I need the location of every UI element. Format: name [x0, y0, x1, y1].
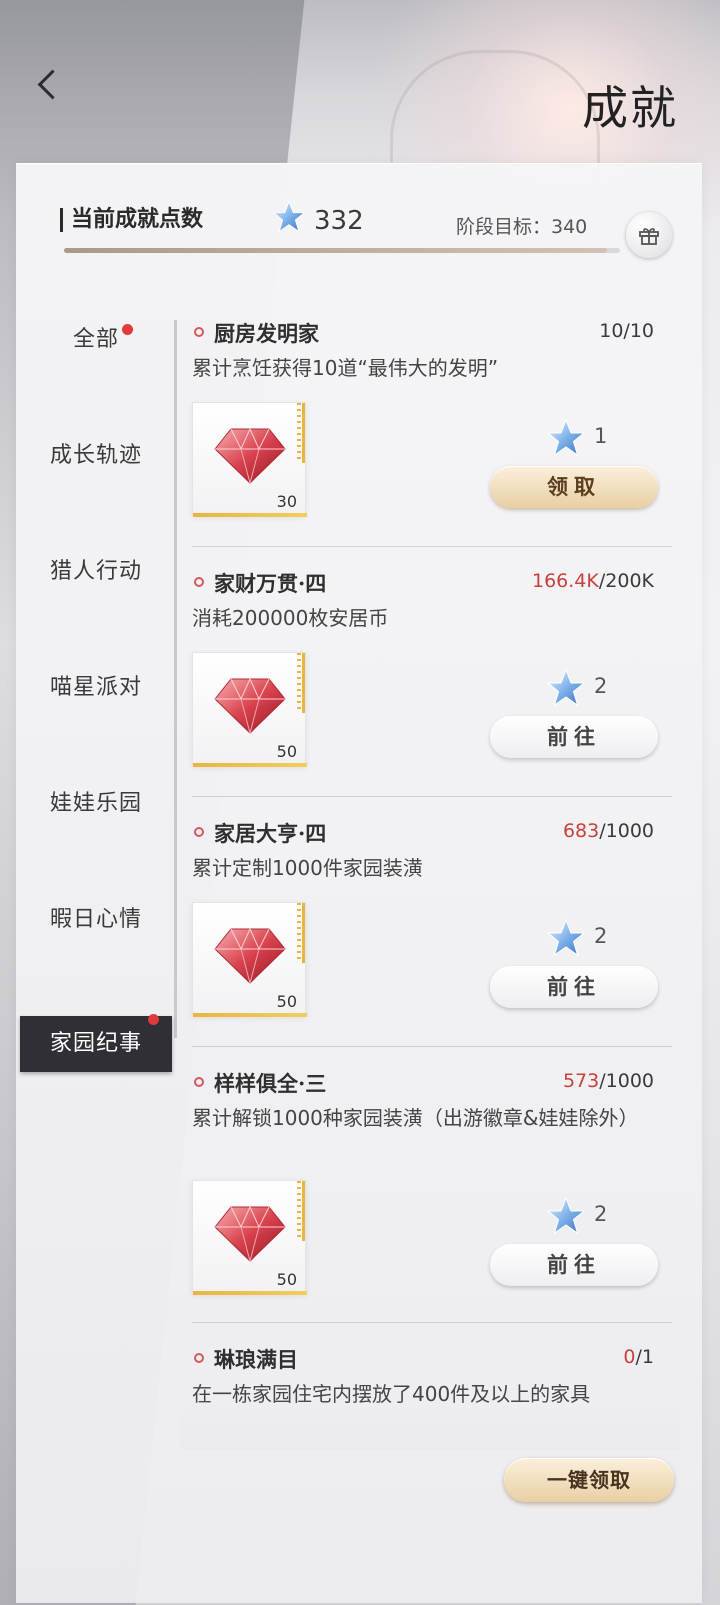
star-reward-count: 2	[594, 924, 608, 948]
achievement-progress: 683/1000	[563, 820, 654, 842]
achievement-progress-total: /1000	[599, 820, 654, 842]
achievement-progress-total: /1	[635, 1346, 655, 1368]
reward-quantity: 50	[276, 992, 297, 1011]
achievement-description: 累计烹饪获得10道“最伟大的发明”	[192, 356, 499, 380]
achievement-title: 样样俱全·三	[214, 1071, 327, 1096]
stage-goal: 阶段目标：340	[456, 216, 588, 238]
achievement-progress-current: 683	[562, 820, 600, 842]
gem-icon	[214, 677, 286, 735]
back-button[interactable]	[28, 60, 72, 110]
achievement-progress-total: /1000	[599, 1070, 654, 1092]
gem-icon	[214, 1205, 286, 1263]
reward-quantity: 50	[276, 742, 297, 761]
card-divider	[192, 546, 672, 547]
sidebar-item-label: 娃娃乐园	[49, 791, 142, 816]
reward-item[interactable]: 50	[192, 902, 307, 1017]
notification-dot	[122, 324, 133, 335]
sidebar-item-leisure-mood[interactable]: 暇日心情	[20, 892, 172, 948]
sidebar-item-label: 全部	[72, 327, 119, 352]
sidebar-divider	[174, 320, 177, 1038]
claim-all-button[interactable]: 一键领取	[504, 1458, 674, 1502]
page-title: 成就	[582, 81, 678, 135]
card-divider	[192, 1322, 672, 1323]
achievement-title: 厨房发明家	[214, 321, 319, 346]
achievement-progress-current: 0	[623, 1346, 636, 1368]
list-fade	[180, 1400, 680, 1450]
bullet-icon	[194, 1077, 204, 1087]
reward-item[interactable]: 30	[192, 402, 307, 517]
sidebar-item-label: 暇日心情	[49, 907, 142, 932]
bullet-icon	[194, 577, 204, 587]
sidebar-item-label: 成长轨迹	[49, 443, 142, 468]
sidebar-item-growth-track[interactable]: 成长轨迹	[20, 428, 172, 484]
go-button[interactable]: 前往	[490, 716, 658, 758]
achievement-progress-current: 573	[562, 1070, 600, 1092]
achievement-description: 消耗200000枚安居币	[192, 606, 389, 630]
card-divider	[192, 1046, 672, 1047]
achievement-progress: 166.4K/200K	[532, 570, 654, 592]
sidebar-item-label: 喵星派对	[49, 675, 142, 700]
stage-reward-button[interactable]	[626, 212, 672, 258]
sidebar-item-label: 家园纪事	[49, 1031, 142, 1056]
notification-dot	[148, 1014, 159, 1025]
achievement-progress-total: /200K	[598, 570, 654, 592]
star-reward-icon	[546, 668, 586, 707]
gem-icon	[214, 427, 286, 485]
achievement-progress: 10/10	[599, 320, 654, 342]
sidebar-item-home-chronicle[interactable]: 家园纪事	[20, 1014, 172, 1072]
achievement-progress: 0/1	[623, 1346, 654, 1368]
points-progress-fill	[64, 248, 607, 253]
bullet-icon	[194, 827, 204, 837]
star-reward-count: 2	[594, 1202, 608, 1226]
achievement-title: 家居大亨·四	[214, 821, 327, 846]
star-reward-icon	[546, 918, 586, 957]
achievement-title: 琳琅满目	[214, 1347, 298, 1372]
sidebar-item-label: 猎人行动	[49, 559, 142, 584]
star-reward-count: 2	[594, 674, 608, 698]
achievement-progress: 573/1000	[563, 1070, 654, 1092]
star-reward-count: 1	[594, 424, 608, 448]
reward-quantity: 30	[276, 492, 297, 511]
points-progress-bar	[64, 248, 620, 253]
achievement-progress-current: 166.4K	[532, 570, 599, 592]
card-divider	[192, 796, 672, 797]
sidebar-item-hunter-action[interactable]: 猎人行动	[20, 544, 172, 600]
sidebar-item-all[interactable]: 全部	[20, 312, 172, 368]
go-button[interactable]: 前往	[490, 1244, 658, 1286]
claim-button[interactable]: 领取	[490, 466, 658, 508]
gem-icon	[214, 927, 286, 985]
sidebar-item-meow-party[interactable]: 喵星派对	[20, 660, 172, 716]
current-points-value: 332	[314, 206, 364, 236]
bullet-icon	[194, 327, 204, 337]
gift-icon	[639, 228, 659, 245]
bullet-icon	[194, 1353, 204, 1363]
reward-item[interactable]: 50	[192, 1180, 307, 1295]
current-points-label: 当前成就点数	[60, 208, 203, 232]
achievement-star-icon	[272, 200, 306, 233]
achievement-description: 累计定制1000件家园装潢	[192, 856, 423, 880]
achievement-description: 累计解锁1000种家园装潢（出游徽章&娃娃除外）	[192, 1106, 639, 1130]
reward-item[interactable]: 50	[192, 652, 307, 767]
go-button[interactable]: 前往	[490, 966, 658, 1008]
achievement-screen: 成就 当前成就点数 332 阶段目标：340 全部 成长轨迹 猎人行动 喵星派对…	[0, 0, 720, 1605]
star-reward-icon	[546, 418, 586, 457]
reward-quantity: 50	[276, 1270, 297, 1289]
sidebar-item-doll-park[interactable]: 娃娃乐园	[20, 776, 172, 832]
star-reward-icon	[546, 1196, 586, 1235]
achievement-progress-total: 10/10	[599, 320, 654, 342]
achievement-title: 家财万贯·四	[214, 571, 327, 596]
